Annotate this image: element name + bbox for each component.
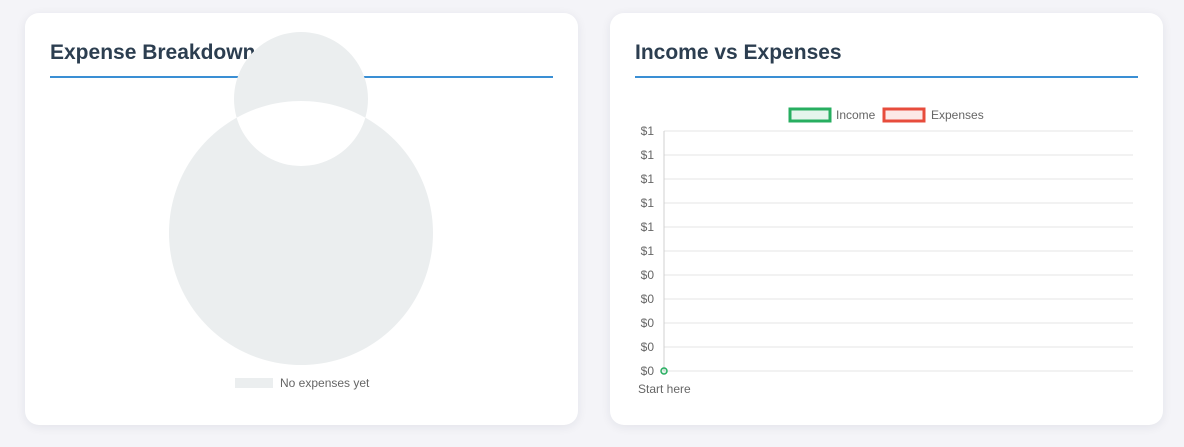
y-tick-label: $0 bbox=[641, 292, 655, 306]
legend-swatch-income bbox=[788, 107, 832, 123]
y-tick-label: $0 bbox=[641, 340, 655, 354]
y-tick-label: $1 bbox=[641, 124, 655, 138]
y-tick-label: $0 bbox=[641, 364, 655, 378]
legend-label-expenses[interactable]: Expenses bbox=[931, 108, 984, 122]
expense-breakdown-card: Expense Breakdown No expenses yet bbox=[25, 13, 578, 425]
income-vs-expenses-card: Income vs Expenses $0 $0 $0 $0 $0 $1 $1 $1 $1 $1 $… bbox=[610, 13, 1163, 425]
donut-slice[interactable] bbox=[168, 31, 433, 365]
data-point-income[interactable] bbox=[660, 367, 668, 375]
income-expenses-line-chart: $0 $0 $0 $0 $0 $1 $1 $1 $1 $1 $1 Start here Income… bbox=[638, 107, 1133, 396]
y-tick-label: $1 bbox=[641, 220, 655, 234]
y-tick-label: $0 bbox=[641, 268, 655, 282]
y-tick-label: $1 bbox=[641, 244, 655, 258]
x-tick-label: Start here bbox=[638, 382, 691, 396]
y-tick-label: $1 bbox=[641, 172, 655, 186]
legend-label-no-expenses[interactable]: No expenses yet bbox=[280, 376, 370, 390]
legend-swatch-no-expenses bbox=[235, 378, 273, 388]
y-tick-label: $1 bbox=[641, 148, 655, 162]
y-tick-label: $1 bbox=[641, 196, 655, 210]
legend-swatch-expenses bbox=[882, 107, 926, 123]
legend-label-income[interactable]: Income bbox=[836, 108, 876, 122]
expense-donut-chart: No expenses yet bbox=[168, 31, 433, 390]
y-tick-label: $0 bbox=[641, 316, 655, 330]
